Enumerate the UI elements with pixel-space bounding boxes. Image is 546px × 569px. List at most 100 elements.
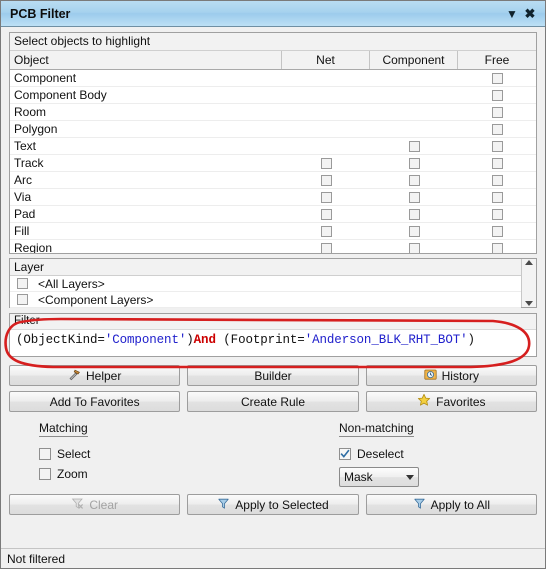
filter-expression-text[interactable]: (ObjectKind='Component')And (Footprint='… bbox=[10, 330, 536, 356]
column-header-component[interactable]: Component bbox=[370, 51, 458, 69]
table-row[interactable]: Component bbox=[10, 70, 536, 87]
component-checkbox[interactable] bbox=[408, 225, 420, 237]
free-checkbox[interactable] bbox=[491, 208, 503, 220]
list-item[interactable]: <All Layers> bbox=[10, 276, 521, 292]
free-checkbox[interactable] bbox=[491, 225, 503, 237]
pcb-filter-window: PCB Filter ▼ ✖ Select objects to highlig… bbox=[0, 0, 546, 569]
cell-free[interactable] bbox=[458, 157, 536, 169]
free-checkbox[interactable] bbox=[491, 242, 503, 253]
component-checkbox[interactable] bbox=[408, 242, 420, 253]
table-row[interactable]: Via bbox=[10, 189, 536, 206]
panel-content: Select objects to highlight Object Net C… bbox=[1, 27, 545, 548]
cell-component[interactable] bbox=[370, 208, 458, 220]
table-row[interactable]: Component Body bbox=[10, 87, 536, 104]
apply-to-all-button[interactable]: Apply to All bbox=[365, 494, 537, 515]
cell-free[interactable] bbox=[458, 72, 536, 84]
free-checkbox[interactable] bbox=[491, 174, 503, 186]
builder-button[interactable]: Builder bbox=[187, 365, 359, 386]
cell-free[interactable] bbox=[458, 225, 536, 237]
cell-free[interactable] bbox=[458, 123, 536, 135]
net-checkbox[interactable] bbox=[320, 191, 332, 203]
component-checkbox[interactable] bbox=[408, 208, 420, 220]
apply-to-selected-button[interactable]: Apply to Selected bbox=[187, 494, 359, 515]
mask-select[interactable]: Mask bbox=[339, 467, 419, 487]
cell-net[interactable] bbox=[282, 225, 370, 237]
cell-free[interactable] bbox=[458, 89, 536, 101]
filter-caption: Filter bbox=[10, 314, 536, 330]
cell-net[interactable] bbox=[282, 174, 370, 186]
close-icon[interactable]: ✖ bbox=[521, 5, 539, 23]
cell-net[interactable] bbox=[282, 242, 370, 253]
object-name: Pad bbox=[14, 207, 36, 221]
chevron-down-icon[interactable]: ▼ bbox=[503, 5, 521, 23]
cell-free[interactable] bbox=[458, 174, 536, 186]
free-checkbox[interactable] bbox=[491, 140, 503, 152]
helper-button[interactable]: Helper bbox=[9, 365, 181, 386]
table-row[interactable]: Track bbox=[10, 155, 536, 172]
history-clock-icon bbox=[424, 368, 437, 384]
object-list: Select objects to highlight Object Net C… bbox=[9, 32, 537, 254]
mask-select-value: Mask bbox=[344, 470, 373, 484]
zoom-checkbox[interactable] bbox=[39, 468, 51, 480]
component-checkbox[interactable] bbox=[408, 140, 420, 152]
cell-free[interactable] bbox=[458, 106, 536, 118]
net-checkbox[interactable] bbox=[320, 157, 332, 169]
apply-to-all-label: Apply to All bbox=[430, 497, 490, 512]
net-checkbox[interactable] bbox=[320, 242, 332, 253]
free-checkbox[interactable] bbox=[491, 89, 503, 101]
deselect-checkbox[interactable] bbox=[339, 448, 351, 460]
builder-button-label: Builder bbox=[254, 368, 292, 383]
create-rule-button[interactable]: Create Rule bbox=[187, 391, 359, 412]
table-row[interactable]: Room bbox=[10, 104, 536, 121]
cell-component[interactable] bbox=[370, 174, 458, 186]
table-row[interactable]: Pad bbox=[10, 206, 536, 223]
free-checkbox[interactable] bbox=[491, 106, 503, 118]
net-checkbox[interactable] bbox=[320, 174, 332, 186]
table-row[interactable]: Fill bbox=[10, 223, 536, 240]
layer-checkbox[interactable] bbox=[17, 294, 28, 305]
free-checkbox[interactable] bbox=[491, 72, 503, 84]
cell-free[interactable] bbox=[458, 140, 536, 152]
cell-component[interactable] bbox=[370, 191, 458, 203]
non-matching-deselect-option[interactable]: Deselect bbox=[339, 444, 537, 464]
free-checkbox[interactable] bbox=[491, 123, 503, 135]
add-to-favorites-button[interactable]: Add To Favorites bbox=[9, 391, 181, 412]
net-checkbox[interactable] bbox=[320, 225, 332, 237]
clear-button[interactable]: Clear bbox=[9, 494, 181, 515]
scroll-down-arrow-icon[interactable] bbox=[525, 301, 533, 306]
table-row[interactable]: Text bbox=[10, 138, 536, 155]
scroll-up-arrow-icon[interactable] bbox=[525, 260, 533, 265]
favorites-button[interactable]: Favorites bbox=[365, 391, 537, 412]
table-row[interactable]: Region bbox=[10, 240, 536, 253]
matching-zoom-option[interactable]: Zoom bbox=[39, 464, 337, 484]
free-checkbox[interactable] bbox=[491, 157, 503, 169]
cell-component[interactable] bbox=[370, 140, 458, 152]
filter-expression-box[interactable]: Filter (ObjectKind='Component')And (Foot… bbox=[9, 313, 537, 357]
cell-net[interactable] bbox=[282, 191, 370, 203]
free-checkbox[interactable] bbox=[491, 191, 503, 203]
cell-free[interactable] bbox=[458, 242, 536, 253]
component-checkbox[interactable] bbox=[408, 174, 420, 186]
component-checkbox[interactable] bbox=[408, 157, 420, 169]
history-button[interactable]: History bbox=[365, 365, 537, 386]
table-row[interactable]: Polygon bbox=[10, 121, 536, 138]
cell-component[interactable] bbox=[370, 242, 458, 253]
component-checkbox[interactable] bbox=[408, 191, 420, 203]
column-header-object[interactable]: Object bbox=[10, 51, 282, 69]
cell-free[interactable] bbox=[458, 208, 536, 220]
filter-string-token: 'Component' bbox=[104, 333, 187, 347]
cell-net[interactable] bbox=[282, 157, 370, 169]
layer-checkbox[interactable] bbox=[17, 278, 28, 289]
net-checkbox[interactable] bbox=[320, 208, 332, 220]
cell-component[interactable] bbox=[370, 157, 458, 169]
cell-net[interactable] bbox=[282, 208, 370, 220]
table-row[interactable]: Arc bbox=[10, 172, 536, 189]
cell-free[interactable] bbox=[458, 191, 536, 203]
layer-scrollbar[interactable] bbox=[521, 259, 536, 307]
column-header-free[interactable]: Free bbox=[458, 51, 536, 69]
column-header-net[interactable]: Net bbox=[282, 51, 370, 69]
cell-component[interactable] bbox=[370, 225, 458, 237]
select-checkbox[interactable] bbox=[39, 448, 51, 460]
list-item[interactable]: <Component Layers> bbox=[10, 292, 521, 308]
matching-select-option[interactable]: Select bbox=[39, 444, 337, 464]
